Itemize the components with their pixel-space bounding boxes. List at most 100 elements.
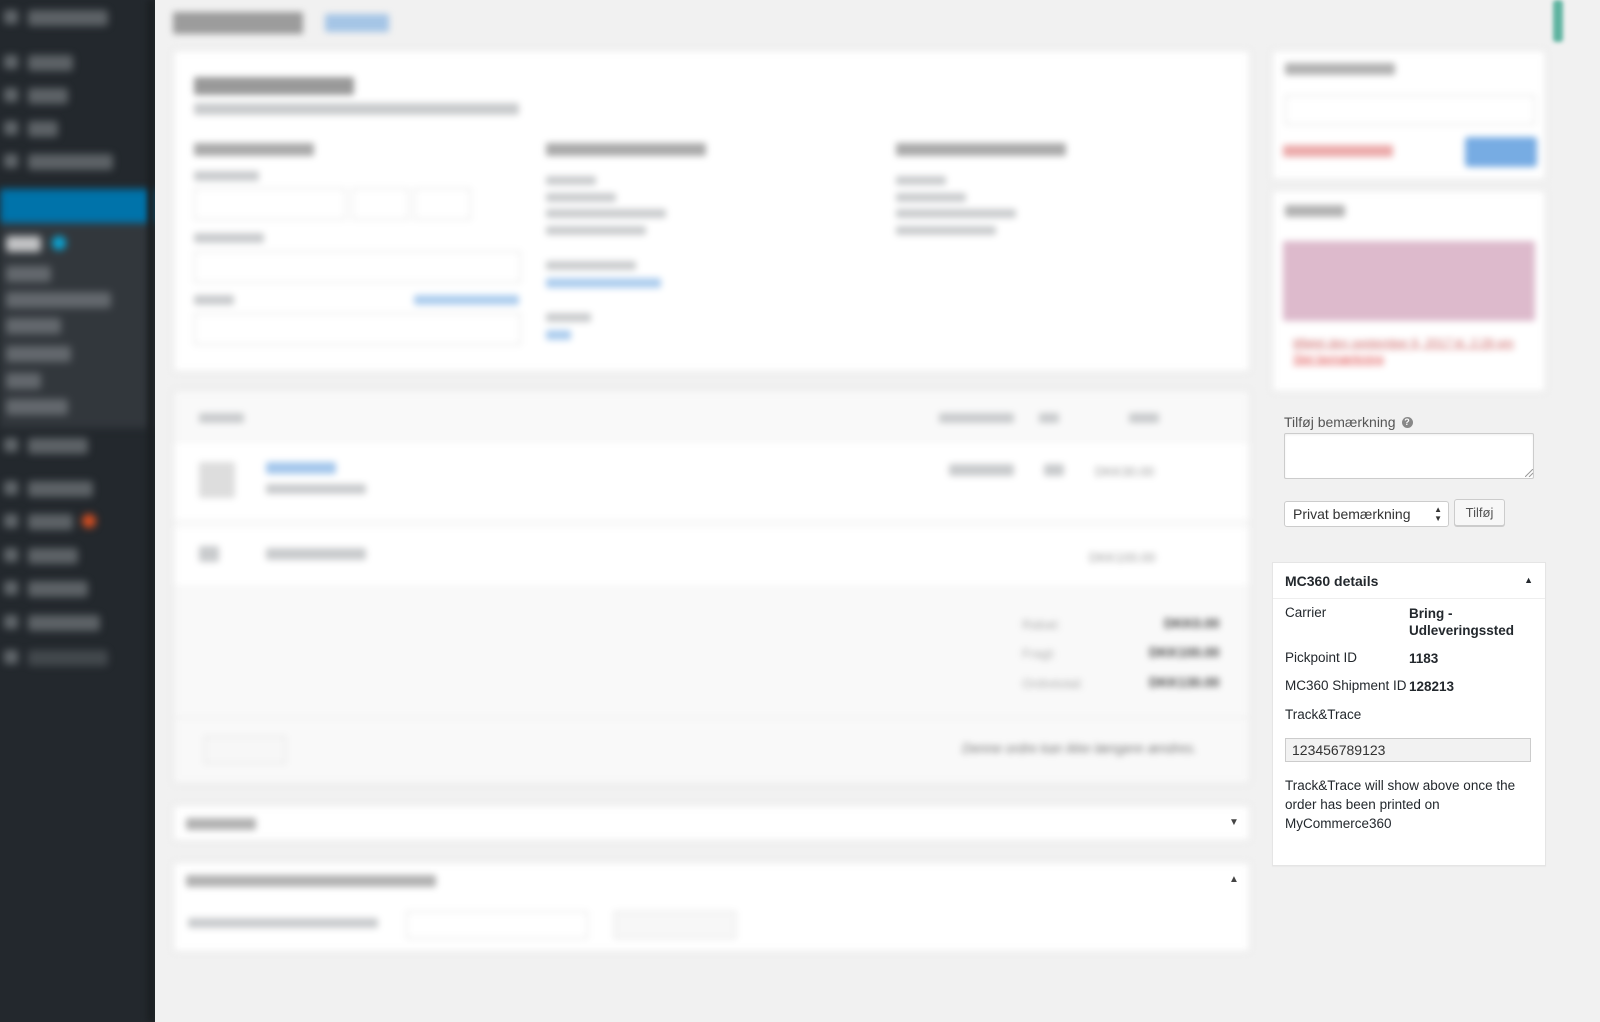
hour-field[interactable] [352,188,409,220]
item-column-header [199,413,244,423]
sidebar-item[interactable] [28,438,88,454]
cost-column-header [939,413,1014,423]
sidebar-shadow [147,0,155,1022]
grant-access-button[interactable] [614,911,736,939]
add-note-label-text: Tilføj bemærkning [1284,414,1396,430]
sidebar-item[interactable] [28,88,68,104]
sidebar-item[interactable] [28,10,108,26]
sidebar-subitem[interactable] [6,236,41,252]
add-note-button[interactable]: Tilføj [1454,499,1505,526]
grant-access-input[interactable] [406,911,588,939]
downloads-panel [173,862,1250,952]
mc360-header[interactable]: MC360 details ▲ [1273,563,1545,599]
sidebar-item-active[interactable] [0,189,155,223]
menu-icon [4,581,18,595]
collapse-menu[interactable] [28,650,108,666]
menu-icon [4,55,18,69]
note-timestamp: tilføjet den september 6, 2017 kl. 2:28 … [1293,336,1514,350]
mc360-details-box: MC360 details ▲ Carrier Bring - Udleveri… [1272,562,1546,866]
general-heading [194,143,314,156]
help-icon[interactable]: ? [1401,416,1413,428]
shipping-total-value: DKK100.00 [1149,645,1220,660]
shipping-heading [896,143,1066,156]
sidebar-subitem[interactable] [6,373,41,389]
product-link[interactable] [266,462,336,474]
sidebar-item[interactable] [28,154,113,170]
address-label [896,176,946,185]
address-line [896,193,966,202]
collapse-icon [4,650,18,664]
menu-icon [4,514,18,528]
add-order-button[interactable] [325,14,389,32]
order-actions-title [1285,63,1395,75]
order-total-label: Ordretotal: [1022,676,1084,691]
sidebar-item[interactable] [28,55,73,71]
sidebar-item[interactable] [28,548,78,564]
menu-icon [4,121,18,135]
refund-button[interactable] [204,736,286,764]
discount-value: DKK0.00 [1164,616,1220,631]
order-locked-notice: Denne ordre kan ikke længere ændres. [962,741,1197,756]
email-label [546,261,636,270]
sidebar-item[interactable] [28,481,93,497]
pickpoint-label: Pickpoint ID [1285,650,1358,665]
customer-profile-link[interactable] [414,295,519,305]
shipping-total: DKK100.00 [1089,550,1156,565]
order-actions-select[interactable] [1285,95,1535,125]
menu-icon [4,615,18,629]
note-textarea[interactable] [1284,433,1534,479]
sidebar-item[interactable] [28,121,58,137]
menu-icon [4,548,18,562]
order-heading [194,77,354,95]
shipment-id-value: 128213 [1409,679,1455,694]
order-notes-box: tilføjet den september 6, 2017 kl. 2:28 … [1272,190,1546,392]
address-line [546,209,666,218]
chevron-down-icon[interactable]: ▼ [1229,817,1239,828]
email-link[interactable] [546,278,661,288]
grant-access-label [188,918,378,928]
sidebar-subitem[interactable] [6,399,68,415]
product-thumbnail [199,462,235,498]
phone-link[interactable] [546,330,571,340]
divider [174,717,1249,718]
custom-fields-title [186,818,256,830]
customer-label [194,295,234,305]
update-button[interactable] [1465,137,1537,167]
resize-grip-icon[interactable] [1525,469,1533,477]
total-column-header [1129,413,1159,423]
order-note [1283,241,1535,321]
sidebar-item[interactable] [28,514,73,530]
note-type-select[interactable]: Privat bemærkning ▲ ▼ [1284,501,1449,527]
custom-fields-panel[interactable] [173,805,1250,841]
carrier-value: Bring - Udleveringssted [1409,606,1515,638]
tracktrace-field[interactable]: 123456789123 [1285,738,1531,762]
shipment-id-label: MC360 Shipment ID [1285,678,1407,693]
sidebar-subitem[interactable] [6,292,111,308]
downloads-title [186,875,436,887]
item-cost [949,464,1014,476]
chevron-up-icon[interactable]: ▲ [1229,874,1239,885]
menu-icon [4,10,18,24]
sidebar-subitem[interactable] [6,266,51,282]
sidebar-item[interactable] [28,581,88,597]
tracktrace-help-text: Track&Trace will show above once the ord… [1285,778,1516,831]
delete-note-link[interactable]: Slet bemærkning [1293,352,1384,366]
collapse-toggle-icon[interactable]: ▲ [1524,575,1533,585]
order-items-panel: DKK30.00 DKK100.00 Rabat: DKK0.00 Fragt:… [173,390,1250,784]
add-note-label: Tilføj bemærkning ? [1284,414,1413,430]
date-field[interactable] [194,188,346,220]
sidebar-item[interactable] [28,615,100,631]
sidebar-subitem[interactable] [6,318,61,334]
shipping-row: DKK100.00 [174,528,1249,587]
address-line [896,226,996,235]
minute-field[interactable] [414,188,471,220]
address-line [546,193,616,202]
customer-select[interactable] [194,313,521,345]
move-to-trash-link[interactable] [1283,145,1393,157]
status-select[interactable] [194,251,521,283]
order-edit-area: DKK30.00 DKK100.00 Rabat: DKK0.00 Fragt:… [155,0,1270,1022]
sidebar-subitem[interactable] [6,346,71,362]
carrier-label: Carrier [1285,605,1327,620]
discount-label: Rabat: [1022,617,1061,632]
scroll-indicator [1553,0,1563,42]
